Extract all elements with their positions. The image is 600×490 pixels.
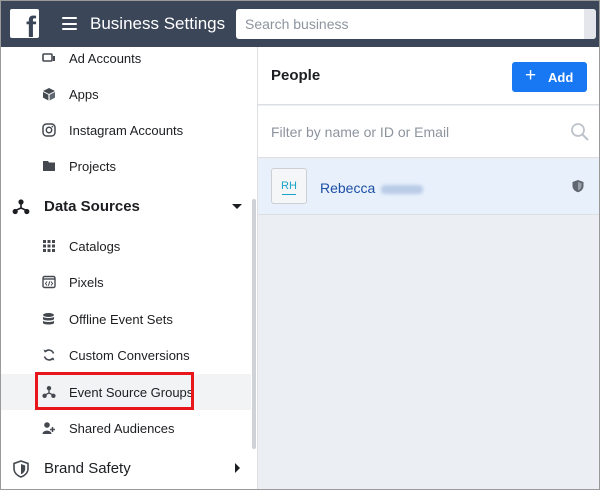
sidebar-item-apps[interactable]: Apps: [1, 76, 251, 112]
redacted-surname: [381, 184, 424, 194]
sidebar-scrollbar[interactable]: [252, 199, 256, 449]
apps-cube-icon: [43, 88, 55, 101]
search-box: [236, 9, 596, 39]
search-icon[interactable]: [570, 122, 590, 142]
sidebar: Ad Accounts Apps Instagram Accounts Proj…: [1, 47, 257, 489]
audience-icon: [42, 422, 55, 434]
avatar-initials: RH: [281, 180, 297, 192]
sidebar-item-projects[interactable]: Projects: [1, 148, 251, 184]
list-item[interactable]: RH Rebecca: [258, 159, 599, 215]
hamburger-menu-icon[interactable]: [62, 17, 77, 30]
sidebar-item-offline-event-sets[interactable]: Offline Event Sets: [1, 301, 251, 337]
sidebar-item-label: Ad Accounts: [69, 50, 142, 66]
chevron-right-icon: [235, 463, 240, 473]
sidebar-item-ad-accounts[interactable]: Ad Accounts: [1, 40, 251, 76]
data-sources-icon: [12, 199, 30, 215]
grid-icon: [43, 240, 55, 252]
highlight-annotation: [35, 372, 194, 410]
search-button[interactable]: [584, 9, 596, 39]
section-label: Data Sources: [44, 198, 140, 215]
sidebar-item-label: Apps: [69, 86, 99, 102]
filter-input[interactable]: [258, 106, 558, 157]
sidebar-item-custom-conversions[interactable]: Custom Conversions: [1, 337, 251, 373]
sidebar-item-instagram[interactable]: Instagram Accounts: [1, 112, 251, 148]
sidebar-item-label: Instagram Accounts: [69, 122, 184, 138]
sidebar-item-pixels[interactable]: Pixels: [1, 264, 251, 300]
app-title: Business Settings: [90, 14, 226, 33]
add-button-label: Add: [548, 70, 574, 85]
sidebar-item-label: Offline Event Sets: [69, 311, 173, 327]
sidebar-item-label: Projects: [69, 158, 116, 174]
app-window: f Business Settings Ad Accounts Apps: [0, 0, 600, 490]
sidebar-item-catalogs[interactable]: Catalogs: [1, 228, 251, 264]
sidebar-item-label: Pixels: [69, 274, 104, 290]
section-label: Brand Safety: [44, 460, 131, 477]
chevron-down-icon: [232, 204, 242, 209]
add-person-button[interactable]: + Add: [512, 62, 587, 92]
sidebar-section-brand-safety[interactable]: Brand Safety: [1, 449, 251, 487]
avatar: RH: [271, 168, 307, 204]
search-input[interactable]: [236, 9, 586, 39]
plus-icon: +: [525, 65, 537, 86]
person-name[interactable]: Rebecca: [320, 180, 424, 196]
shield-icon: [13, 460, 29, 478]
refresh-arrows-icon: [43, 349, 55, 361]
sidebar-item-label: Catalogs: [69, 238, 121, 254]
pixel-code-icon: [42, 275, 56, 289]
people-panel: People + Add RH Rebecca: [258, 47, 599, 489]
person-first-name: Rebecca: [320, 180, 376, 196]
filter-bar: [258, 106, 599, 158]
folder-icon: [43, 161, 55, 171]
sidebar-item-shared-audiences[interactable]: Shared Audiences: [1, 410, 251, 446]
sidebar-item-label: Shared Audiences: [69, 420, 175, 436]
sidebar-section-data-sources[interactable]: Data Sources: [1, 187, 251, 225]
page-title: People: [271, 67, 321, 84]
instagram-icon: [42, 123, 56, 137]
ad-accounts-icon: [42, 53, 55, 62]
panel-header: People + Add: [258, 47, 599, 105]
database-icon: [43, 313, 54, 325]
shield-small-icon: [572, 180, 584, 193]
logo-letter: f: [26, 11, 36, 39]
facebook-logo-icon[interactable]: f: [10, 9, 39, 38]
sidebar-item-label: Custom Conversions: [69, 347, 190, 363]
